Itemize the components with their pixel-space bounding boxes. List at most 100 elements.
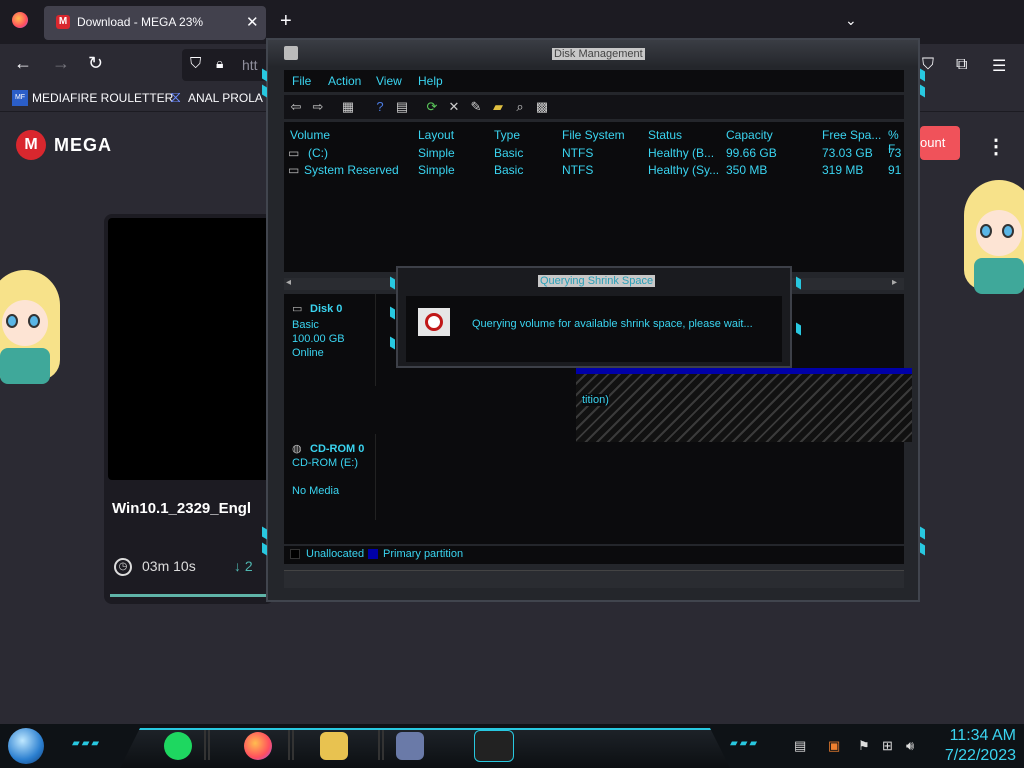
clock-time[interactable]: 11:34 AM — [936, 727, 1016, 745]
show-desktop-icon[interactable]: ▤ — [794, 738, 806, 754]
scroll-right-icon[interactable]: ▸ — [892, 277, 897, 288]
col-type[interactable]: Type — [494, 128, 520, 142]
status-bar — [284, 570, 904, 588]
frame-notch — [796, 322, 801, 336]
back-icon[interactable]: ← — [14, 53, 32, 74]
drive-icon: ▭ — [288, 163, 300, 177]
frame-notch — [920, 526, 925, 540]
primary-swatch — [368, 549, 378, 559]
dialog-body: Querying volume for available shrink spa… — [406, 296, 782, 362]
col-free-space[interactable]: Free Spa... — [822, 128, 881, 142]
bookmark-anal-prola[interactable]: ANAL PROLA — [188, 91, 263, 105]
lock-icon[interactable]: 🔒︎ — [216, 55, 223, 72]
disk-0-size: 100.00 GB — [292, 333, 345, 345]
cdrom-0-type: CD-ROM (E:) — [292, 457, 358, 469]
decor-notches: ▰▰▰ — [730, 738, 760, 749]
url-bar[interactable]: ⛉ 🔒︎ htt — [182, 49, 272, 81]
forward-icon[interactable]: → — [52, 53, 70, 74]
volume-list: Volume Layout Type File System Status Ca… — [284, 122, 904, 272]
tab-close-icon[interactable]: ✕ — [246, 13, 259, 31]
video-preview[interactable] — [108, 218, 274, 480]
url-text[interactable]: htt — [242, 57, 258, 73]
cell-capacity: 99.66 GB — [726, 146, 777, 160]
new-tab-icon[interactable]: + — [280, 10, 292, 33]
refresh-icon[interactable]: ⟳ — [424, 99, 440, 115]
spotify-icon[interactable] — [164, 732, 192, 760]
firefox-icon[interactable] — [12, 12, 28, 28]
back-icon[interactable]: ⇦ — [288, 99, 304, 115]
legend-primary: Primary partition — [383, 548, 464, 560]
mega-logo-icon[interactable]: M — [16, 130, 46, 160]
forward-icon[interactable]: ⇨ — [310, 99, 326, 115]
col-filesystem[interactable]: File System — [562, 128, 625, 142]
frame-notch — [796, 276, 801, 290]
tab-title: Download - MEGA 23% — [77, 15, 204, 29]
browser-tab[interactable]: M Download - MEGA 23% ✕ — [44, 6, 266, 40]
bookmark-folder-icon: ⧖ — [170, 89, 182, 106]
cell-volume: System Reserved — [304, 163, 399, 177]
menu-help[interactable]: Help — [418, 74, 443, 88]
window-titlebar[interactable]: Disk Management — [268, 40, 918, 66]
extensions-icon[interactable]: ⧉ — [956, 56, 967, 74]
cell-fs: NTFS — [562, 146, 594, 160]
partition-label: tition) — [582, 394, 609, 406]
reload-icon[interactable]: ↻ — [88, 53, 103, 74]
properties-icon[interactable]: ▤ — [394, 99, 410, 115]
col-layout[interactable]: Layout — [418, 128, 454, 142]
check-icon[interactable]: ✎ — [468, 99, 484, 115]
create-account-button[interactable]: ount — [920, 126, 960, 160]
java-update-icon[interactable]: ▣ — [828, 738, 840, 754]
chevron-down-icon[interactable]: ⌄ — [845, 12, 857, 29]
start-button-icon[interactable] — [8, 728, 44, 764]
mega-favicon-icon: M — [56, 15, 70, 29]
cdrom-0-info[interactable]: ◍ CD-ROM 0 CD-ROM (E:) No Media — [284, 434, 376, 520]
cell-status: Healthy (Sy... — [648, 163, 720, 177]
control-panel-icon[interactable] — [396, 732, 424, 760]
scroll-left-icon[interactable]: ◂ — [286, 277, 291, 288]
unallocated-swatch — [290, 549, 300, 559]
disk-0-type: Basic — [292, 319, 319, 331]
download-filename: Win10.1_2329_Engl — [112, 500, 252, 517]
mega-brand[interactable]: MEGA — [54, 135, 112, 156]
menu-bar: File Action View Help — [284, 70, 904, 92]
cell-volume: (C:) — [308, 146, 328, 160]
help-icon[interactable]: ? — [372, 99, 388, 115]
search-icon[interactable]: ⌕ — [512, 99, 528, 115]
menu-icon[interactable]: ☰ — [992, 56, 1006, 76]
disk-management-taskbar-icon[interactable] — [474, 730, 514, 762]
menu-action[interactable]: Action — [328, 74, 361, 88]
open-folder-icon[interactable]: ▰ — [490, 99, 506, 115]
toolbar: ⇦ ⇨ ▦ ? ▤ ⟳ ✕ ✎ ▰ ⌕ ▩ — [284, 95, 904, 119]
firefox-taskbar-icon[interactable] — [244, 732, 272, 760]
bookmark-mediafire[interactable]: MEDIAFIRE ROULETTER — [32, 91, 173, 105]
col-capacity[interactable]: Capacity — [726, 128, 773, 142]
delete-icon[interactable]: ✕ — [446, 99, 462, 115]
shield-icon[interactable]: ⛉ — [190, 55, 201, 72]
console-tree-icon[interactable]: ▦ — [340, 99, 356, 115]
cell-free: 319 MB — [822, 163, 864, 177]
network-icon[interactable]: ⊞ — [882, 738, 893, 754]
frame-notch — [390, 336, 395, 350]
partition-c[interactable]: tition) — [576, 368, 912, 442]
table-row[interactable]: ▭ System Reserved Simple Basic NTFS Heal… — [284, 163, 904, 179]
settings-icon[interactable]: ▩ — [534, 99, 550, 115]
cell-layout: Simple — [418, 146, 455, 160]
querying-shrink-dialog: Querying Shrink Space Querying volume fo… — [390, 266, 801, 368]
clock-date[interactable]: 7/22/2023 — [936, 747, 1016, 765]
taskbar-separator — [288, 730, 294, 760]
col-volume[interactable]: Volume — [290, 128, 330, 142]
table-row[interactable]: ▭ (C:) Simple Basic NTFS Healthy (B... 9… — [284, 146, 904, 162]
file-explorer-icon[interactable] — [320, 732, 348, 760]
flag-icon[interactable]: ⚑ — [858, 738, 870, 754]
clock-icon — [418, 308, 450, 336]
menu-view[interactable]: View — [376, 74, 402, 88]
disk-0-info[interactable]: ▭ Disk 0 Basic 100.00 GB Online — [284, 294, 376, 386]
menu-file[interactable]: File — [292, 74, 311, 88]
col-status[interactable]: Status — [648, 128, 682, 142]
volume-icon[interactable]: 🔊︎ — [906, 738, 914, 754]
decor-notches: ▰▰▰ — [72, 738, 102, 749]
frame-notch — [262, 68, 267, 82]
kebab-menu-icon[interactable]: ⋮ — [986, 134, 1006, 159]
cell-fs: NTFS — [562, 163, 594, 177]
frame-notch — [262, 526, 267, 540]
